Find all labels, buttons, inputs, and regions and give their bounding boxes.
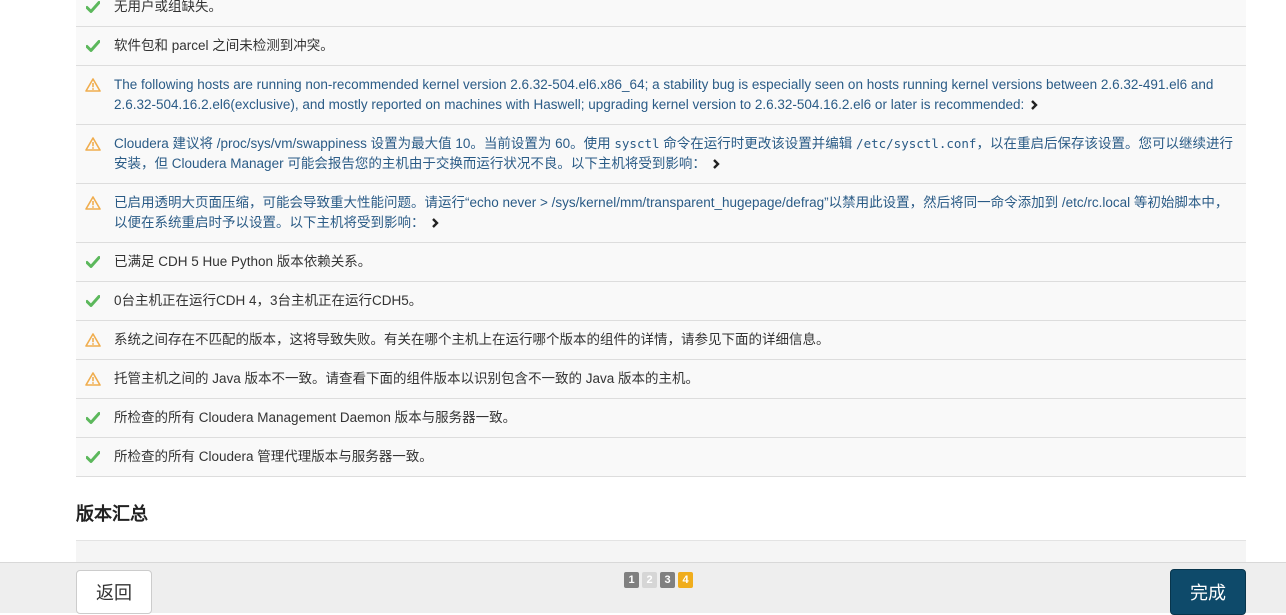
command-sysctl: sysctl	[614, 136, 660, 151]
check-row: 所检查的所有 Cloudera 管理代理版本与服务器一致。	[76, 438, 1246, 477]
check-icon	[84, 36, 102, 56]
check-text: 0台主机正在运行CDH 4，3台主机正在运行CDH5。	[114, 293, 423, 308]
check-list: 无用户或组缺失。 软件包和 parcel 之间未检测到冲突。 The follo…	[76, 0, 1246, 477]
check-row: 无用户或组缺失。	[76, 0, 1246, 27]
check-row[interactable]: The following hosts are running non-reco…	[76, 66, 1246, 125]
back-button[interactable]: 返回	[76, 570, 152, 614]
check-text: 已满足 CDH 5 Hue Python 版本依赖关系。	[114, 254, 372, 269]
check-row: 已满足 CDH 5 Hue Python 版本依赖关系。	[76, 243, 1246, 282]
check-text: 已启用透明大页面压缩，可能会导致重大性能问题。请运行“echo never > …	[114, 195, 1229, 230]
check-row: 托管主机之间的 Java 版本不一致。请查看下面的组件版本以识别包含不一致的 J…	[76, 360, 1246, 399]
chevron-right-icon[interactable]	[712, 159, 720, 169]
check-icon	[84, 252, 102, 272]
check-text: 系统之间存在不匹配的版本，这将导致失败。有关在哪个主机上在运行哪个版本的组件的详…	[114, 332, 830, 347]
check-text: The following hosts are running non-reco…	[114, 77, 1214, 112]
chevron-right-icon[interactable]	[431, 218, 439, 228]
warning-icon	[84, 134, 102, 154]
check-row: 所检查的所有 Cloudera Management Daemon 版本与服务器…	[76, 399, 1246, 438]
host-inspector-results: 无用户或组缺失。 软件包和 parcel 之间未检测到冲突。 The follo…	[76, 0, 1246, 593]
check-icon	[84, 0, 102, 17]
step-4: 4	[678, 572, 693, 588]
step-indicator: 1 2 3 4	[624, 572, 693, 588]
check-text: 托管主机之间的 Java 版本不一致。请查看下面的组件版本以识别包含不一致的 J…	[114, 371, 700, 386]
check-text: 所检查的所有 Cloudera 管理代理版本与服务器一致。	[114, 449, 433, 464]
check-text: 软件包和 parcel 之间未检测到冲突。	[114, 38, 334, 53]
warning-icon	[84, 369, 102, 389]
check-row: 软件包和 parcel 之间未检测到冲突。	[76, 27, 1246, 66]
check-row[interactable]: 已启用透明大页面压缩，可能会导致重大性能问题。请运行“echo never > …	[76, 184, 1246, 243]
check-text: 命令在运行时更改该设置并编辑	[659, 136, 857, 151]
finish-button[interactable]: 完成	[1170, 569, 1246, 615]
warning-icon	[84, 193, 102, 213]
step-3: 3	[660, 572, 675, 588]
warning-icon	[84, 75, 102, 95]
check-icon	[84, 408, 102, 428]
step-2: 2	[642, 572, 657, 588]
check-row[interactable]: Cloudera 建议将 /proc/sys/vm/swappiness 设置为…	[76, 125, 1246, 184]
step-1: 1	[624, 572, 639, 588]
check-row: 0台主机正在运行CDH 4，3台主机正在运行CDH5。	[76, 282, 1246, 321]
file-path: /etc/sysctl.conf	[856, 136, 977, 151]
check-row: 系统之间存在不匹配的版本，这将导致失败。有关在哪个主机上在运行哪个版本的组件的详…	[76, 321, 1246, 360]
wizard-footer: 返回 1 2 3 4 完成	[0, 562, 1286, 615]
check-icon	[84, 291, 102, 311]
check-text: Cloudera 建议将 /proc/sys/vm/swappiness 设置为…	[114, 136, 615, 151]
check-text: 无用户或组缺失。	[114, 0, 222, 14]
check-text: 所检查的所有 Cloudera Management Daemon 版本与服务器…	[114, 410, 517, 425]
version-summary-title: 版本汇总	[76, 504, 148, 524]
warning-icon	[84, 330, 102, 350]
check-icon	[84, 447, 102, 467]
chevron-right-icon[interactable]	[1030, 100, 1038, 110]
